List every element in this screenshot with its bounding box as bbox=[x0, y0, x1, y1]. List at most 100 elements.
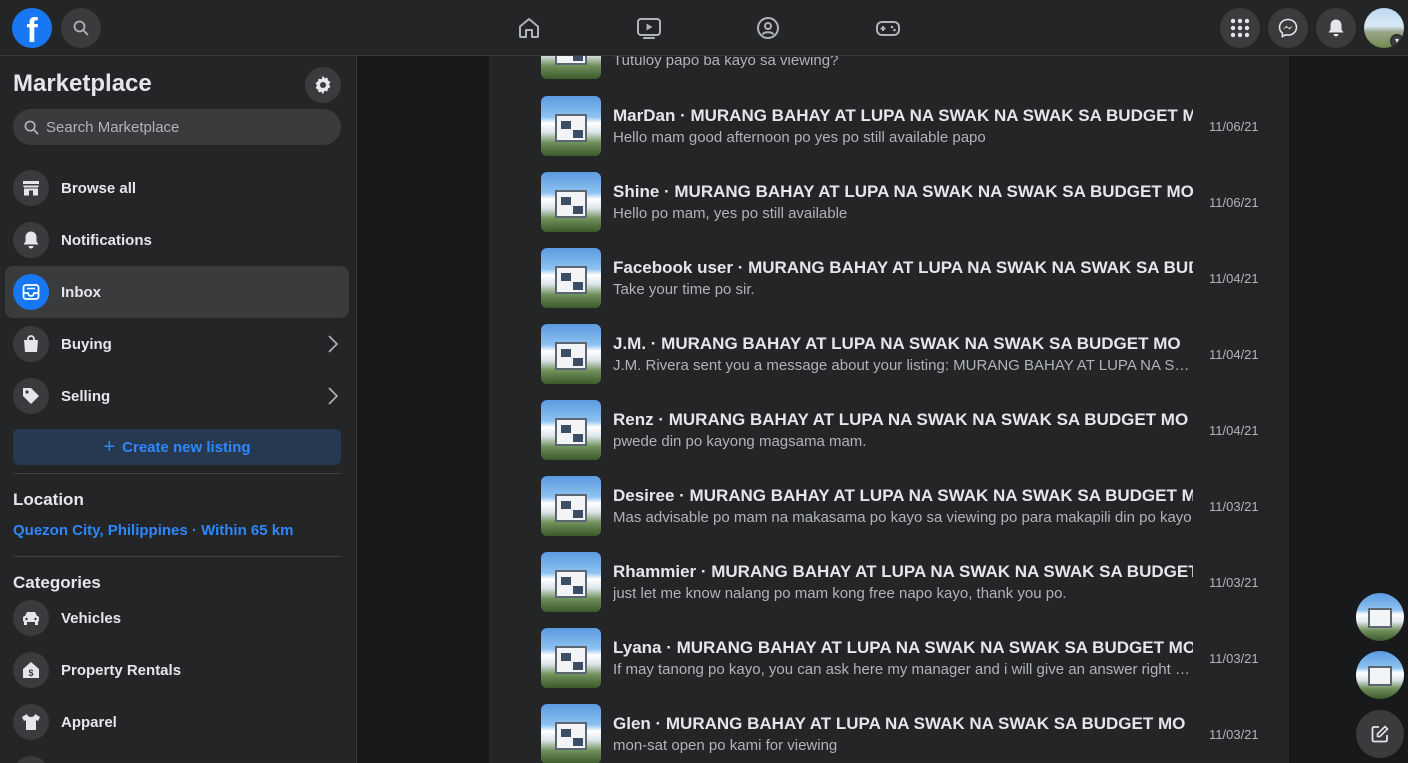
messenger-button[interactable] bbox=[1268, 8, 1308, 48]
category-label: Property Rentals bbox=[61, 661, 182, 679]
sidebar-item-buying[interactable]: Buying bbox=[5, 318, 349, 370]
inbox-icon bbox=[13, 274, 49, 310]
sidebar-item-inbox[interactable]: Inbox bbox=[5, 266, 349, 318]
new-message-button[interactable] bbox=[1356, 710, 1404, 758]
category-more[interactable] bbox=[5, 748, 349, 763]
category-label: Apparel bbox=[61, 713, 117, 731]
categories-title: Categories bbox=[13, 573, 101, 592]
divider bbox=[13, 473, 341, 474]
thread-date: 11/03/21 bbox=[1209, 575, 1259, 590]
notifications-button[interactable] bbox=[1316, 8, 1356, 48]
sidebar-item-label: Buying bbox=[61, 335, 112, 353]
thread-message: pwede din po kayong magsama mam. bbox=[613, 433, 867, 450]
category-icon bbox=[13, 756, 49, 763]
thread-row[interactable]: MarDan · MURANG BAHAY AT LUPA NA SWAK NA… bbox=[541, 96, 1261, 156]
thread-message: Tutuloy papo ba kayo sa viewing? bbox=[613, 56, 839, 69]
thread-message: Take your time po sir. bbox=[613, 281, 755, 298]
location-title: Location bbox=[13, 490, 84, 509]
listing-thumbnail bbox=[541, 248, 601, 308]
thread-row-partial[interactable]: Tutuloy papo ba kayo sa viewing? bbox=[541, 56, 1261, 79]
thread-row[interactable]: Shine · MURANG BAHAY AT LUPA NA SWAK NA … bbox=[541, 172, 1261, 232]
category-property-rentals[interactable]: $ Property Rentals bbox=[5, 644, 349, 696]
tag-icon bbox=[13, 378, 49, 414]
sidebar-item-label: Selling bbox=[61, 387, 111, 405]
listing-thumbnail bbox=[541, 476, 601, 536]
sidebar-item-browse-all[interactable]: Browse all bbox=[5, 162, 349, 214]
groups-icon bbox=[757, 17, 779, 39]
shirt-icon bbox=[13, 704, 49, 740]
chevron-right-icon bbox=[328, 335, 339, 353]
marketplace-search[interactable] bbox=[13, 109, 341, 145]
marketplace-sidebar: Marketplace Browse all Notifications Inb… bbox=[0, 56, 357, 763]
thread-title: Rhammier · MURANG BAHAY AT LUPA NA SWAK … bbox=[613, 562, 1193, 581]
watch-icon bbox=[637, 18, 661, 39]
thread-row[interactable]: Rhammier · MURANG BAHAY AT LUPA NA SWAK … bbox=[541, 552, 1261, 612]
listing-thumbnail bbox=[541, 552, 601, 612]
thread-date: 11/04/21 bbox=[1209, 423, 1259, 438]
listing-thumbnail bbox=[541, 324, 601, 384]
thread-date: 11/06/21 bbox=[1209, 119, 1259, 134]
messenger-icon bbox=[1278, 18, 1298, 38]
create-new-listing-button[interactable]: + Create new listing bbox=[13, 429, 341, 465]
thread-message: just let me know nalang po mam kong free… bbox=[613, 585, 1067, 602]
location-link[interactable]: Quezon City, Philippines · Within 65 km bbox=[13, 522, 293, 539]
thread-title: MarDan · MURANG BAHAY AT LUPA NA SWAK NA… bbox=[613, 106, 1193, 125]
sidebar-item-label: Inbox bbox=[61, 283, 101, 301]
thread-message: If may tanong po kayo, you can ask here … bbox=[613, 661, 1193, 678]
menu-button[interactable] bbox=[1220, 8, 1260, 48]
chat-head-avatar[interactable] bbox=[1356, 651, 1404, 699]
top-navigation-bar: f ▾ bbox=[0, 0, 1408, 56]
sidebar-item-notifications[interactable]: Notifications bbox=[5, 214, 349, 266]
shopping-bag-icon bbox=[13, 326, 49, 362]
listing-thumbnail bbox=[541, 704, 601, 763]
thread-title: Shine · MURANG BAHAY AT LUPA NA SWAK NA … bbox=[613, 182, 1193, 201]
nav-gaming[interactable] bbox=[858, 8, 918, 48]
car-icon bbox=[13, 600, 49, 636]
notifications-icon bbox=[1328, 19, 1344, 37]
category-label: Vehicles bbox=[61, 609, 122, 627]
thread-title: Renz · MURANG BAHAY AT LUPA NA SWAK NA S… bbox=[613, 410, 1189, 429]
listing-thumbnail bbox=[541, 56, 601, 79]
home-icon bbox=[519, 18, 539, 38]
thread-row[interactable]: J.M. · MURANG BAHAY AT LUPA NA SWAK NA S… bbox=[541, 324, 1261, 384]
svg-text:$: $ bbox=[28, 668, 33, 678]
nav-watch[interactable] bbox=[619, 8, 679, 48]
chevron-down-icon: ▾ bbox=[1390, 34, 1404, 48]
search-icon bbox=[24, 120, 39, 134]
thread-row[interactable]: Desiree · MURANG BAHAY AT LUPA NA SWAK N… bbox=[541, 476, 1261, 536]
storefront-icon bbox=[13, 170, 49, 206]
thread-row[interactable]: Renz · MURANG BAHAY AT LUPA NA SWAK NA S… bbox=[541, 400, 1261, 460]
thread-row[interactable]: Facebook user · MURANG BAHAY AT LUPA NA … bbox=[541, 248, 1261, 308]
search-input[interactable] bbox=[46, 118, 316, 136]
thread-date: 11/03/21 bbox=[1209, 499, 1259, 514]
create-listing-label: Create new listing bbox=[122, 438, 251, 456]
gaming-icon bbox=[876, 21, 900, 36]
plus-icon: + bbox=[103, 436, 116, 458]
thread-row[interactable]: Glen · MURANG BAHAY AT LUPA NA SWAK NA S… bbox=[541, 704, 1261, 763]
sidebar-item-label: Notifications bbox=[61, 231, 152, 249]
listing-thumbnail bbox=[541, 400, 601, 460]
page-title: Marketplace bbox=[13, 70, 152, 97]
search-button[interactable] bbox=[61, 8, 101, 48]
nav-home[interactable] bbox=[499, 8, 559, 48]
thread-date: 11/03/21 bbox=[1209, 651, 1259, 666]
thread-title: Facebook user · MURANG BAHAY AT LUPA NA … bbox=[613, 258, 1193, 277]
thread-title: Glen · MURANG BAHAY AT LUPA NA SWAK NA S… bbox=[613, 714, 1186, 733]
category-apparel[interactable]: Apparel bbox=[5, 696, 349, 748]
nav-groups[interactable] bbox=[738, 8, 798, 48]
category-vehicles[interactable]: Vehicles bbox=[5, 592, 349, 644]
bell-icon bbox=[13, 222, 49, 258]
listing-thumbnail bbox=[541, 628, 601, 688]
thread-row[interactable]: Lyana · MURANG BAHAY AT LUPA NA SWAK NA … bbox=[541, 628, 1261, 688]
account-avatar[interactable]: ▾ bbox=[1364, 8, 1404, 48]
inbox-panel: Tutuloy papo ba kayo sa viewing? MarDan … bbox=[489, 56, 1289, 763]
facebook-logo[interactable]: f bbox=[12, 8, 52, 48]
settings-button[interactable] bbox=[305, 67, 341, 103]
thread-title: J.M. · MURANG BAHAY AT LUPA NA SWAK NA S… bbox=[613, 334, 1181, 353]
chat-head-avatar[interactable] bbox=[1356, 593, 1404, 641]
sidebar-item-selling[interactable]: Selling bbox=[5, 370, 349, 422]
sidebar-item-label: Browse all bbox=[61, 179, 137, 197]
search-icon bbox=[73, 20, 89, 36]
compose-icon bbox=[1371, 725, 1389, 743]
thread-date: 11/04/21 bbox=[1209, 271, 1259, 286]
